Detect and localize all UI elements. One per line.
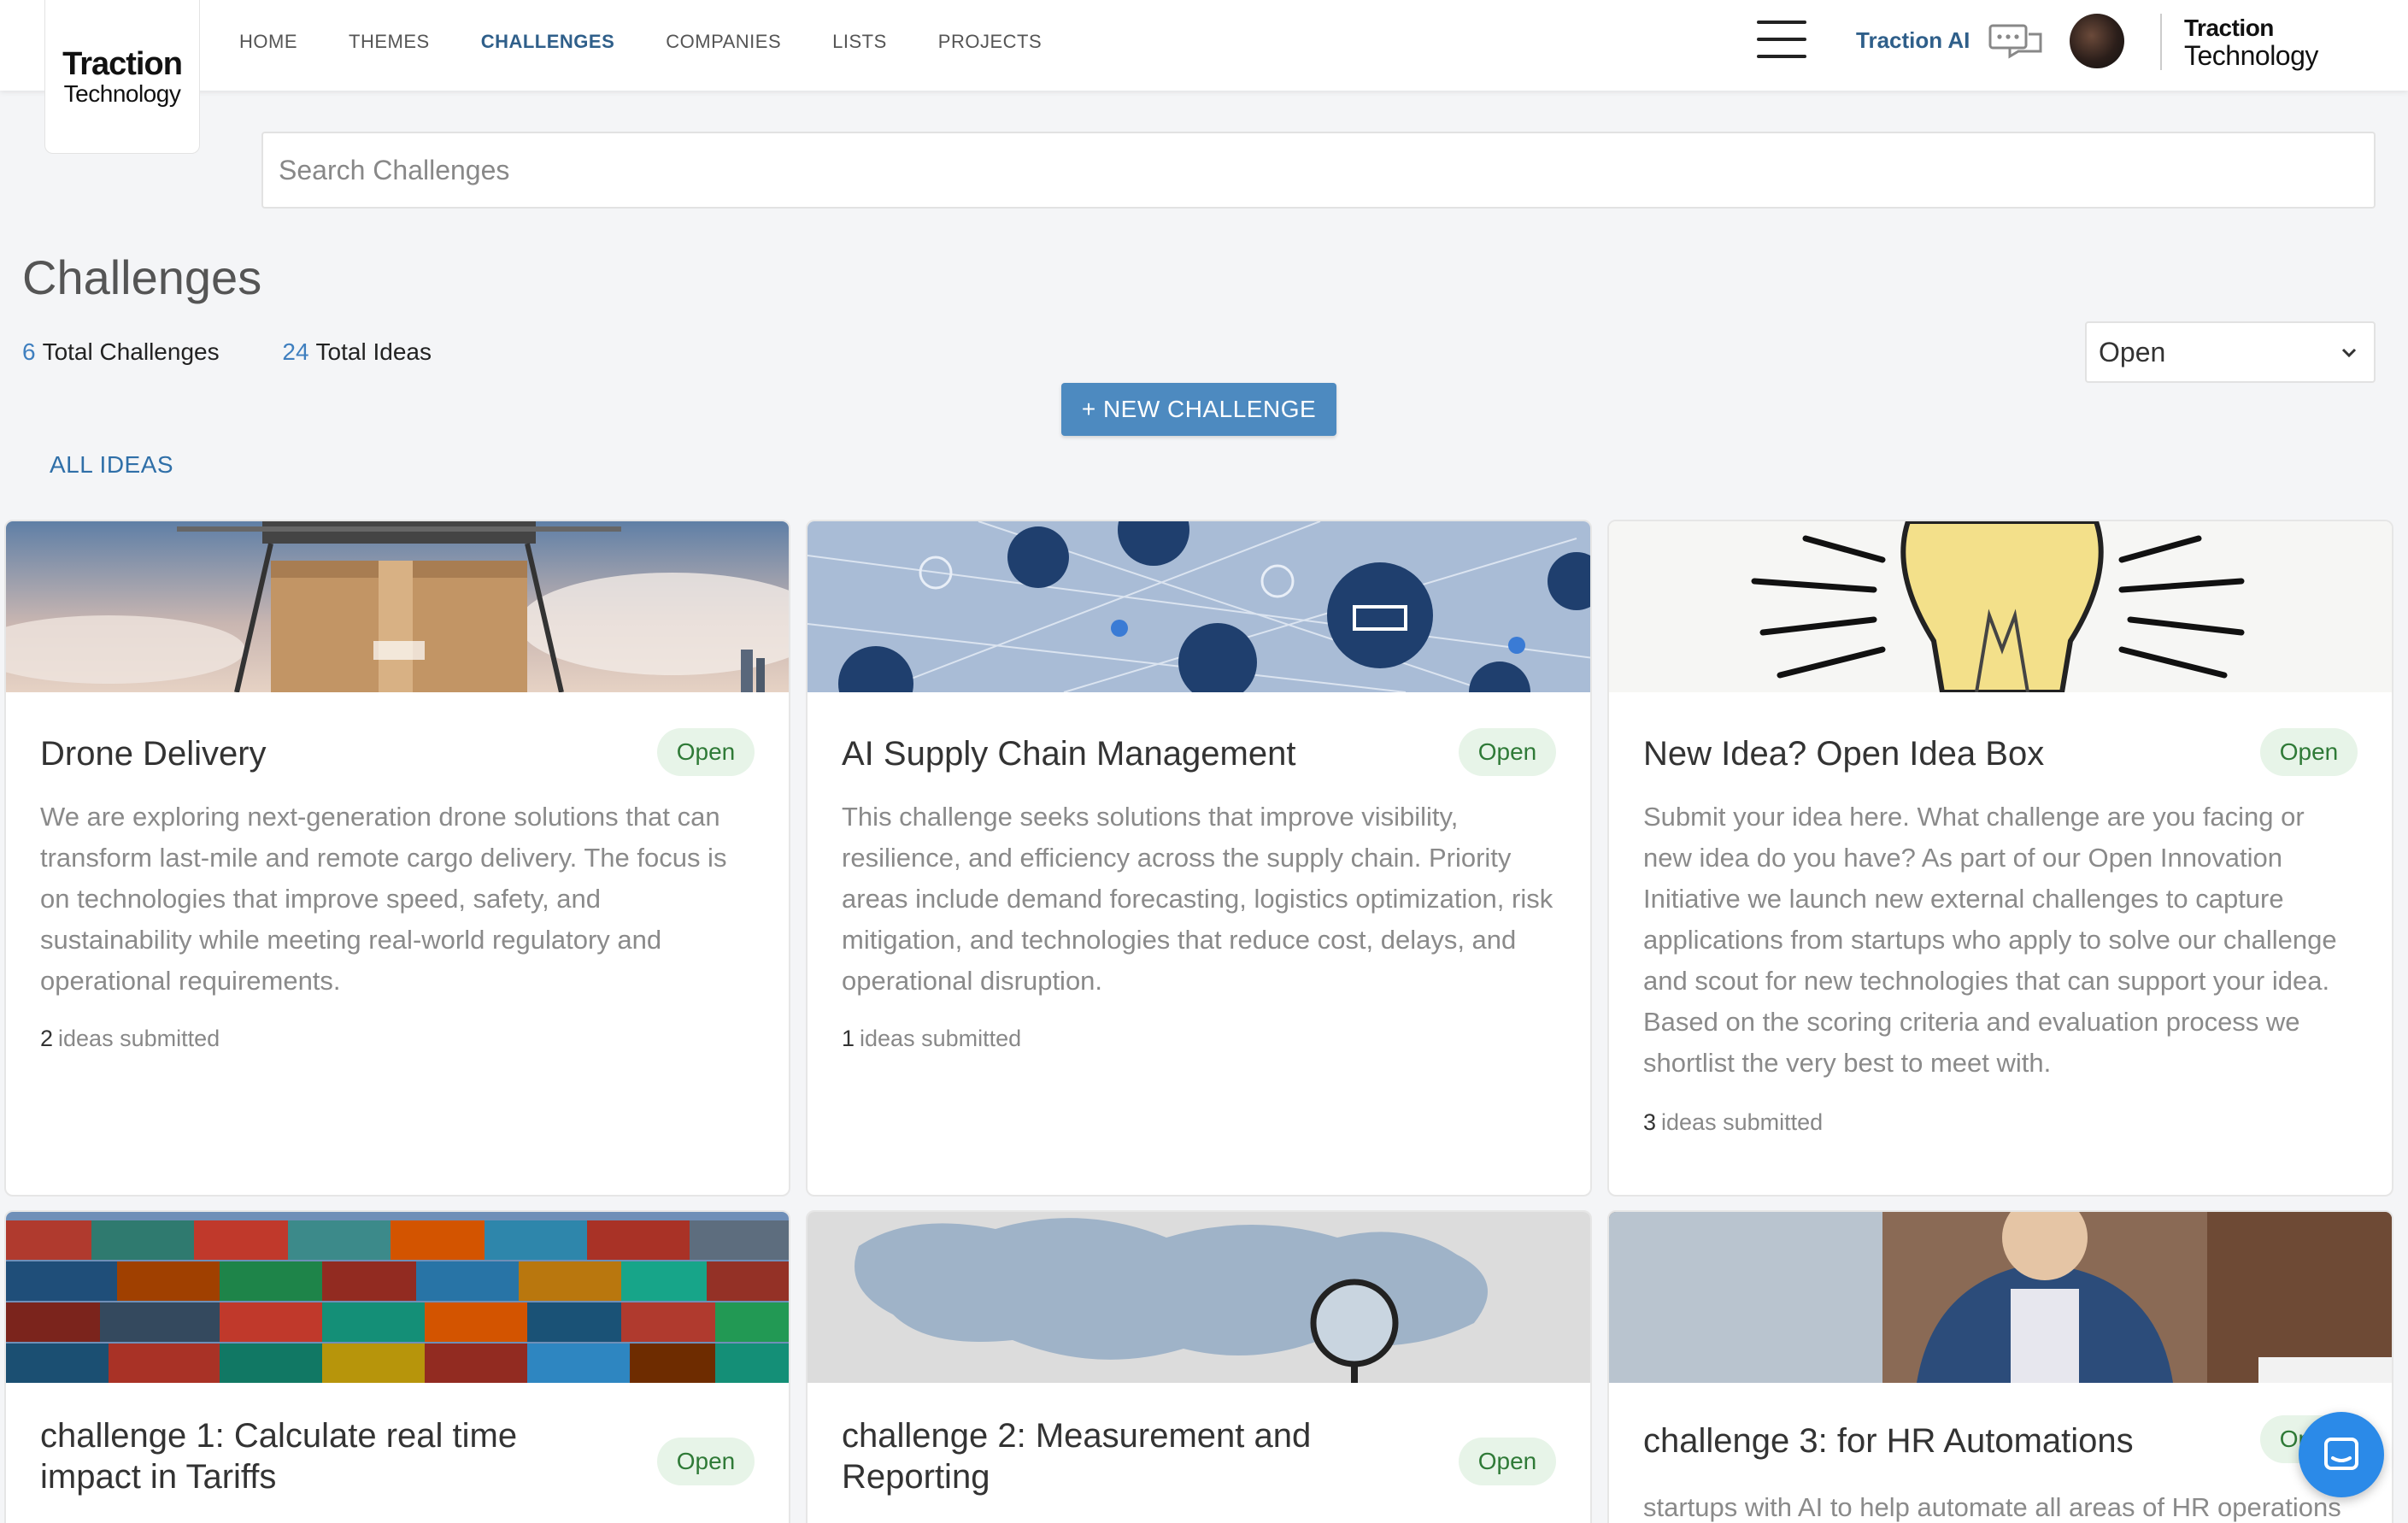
partner-logo: Traction Technology <box>2184 15 2318 71</box>
total-challenges-count: 6 <box>22 338 36 365</box>
nav-projects[interactable]: PROJECTS <box>938 31 1042 53</box>
ideas-submitted: 2 ideas submitted <box>40 1026 220 1052</box>
header-divider <box>2160 14 2162 70</box>
challenge-card-idea-box[interactable]: New Idea? Open Idea Box Open Submit your… <box>1607 520 2393 1197</box>
ideas-submitted: 1 ideas submitted <box>842 1026 1021 1052</box>
card-image-hr <box>1609 1212 2392 1383</box>
chat-bubble-icon <box>2324 1438 2358 1470</box>
status-badge: Open <box>657 1438 755 1485</box>
challenge-card-drone-delivery[interactable]: Drone Delivery Open We are exploring nex… <box>4 520 790 1197</box>
ideas-label: ideas submitted <box>58 1026 220 1051</box>
brand-logo[interactable]: Traction Technology <box>44 0 200 154</box>
nav-home[interactable]: HOME <box>239 31 297 53</box>
ideas-submitted: 3 ideas submitted <box>1643 1109 1823 1136</box>
user-avatar[interactable] <box>2070 14 2124 68</box>
nav-themes[interactable]: THEMES <box>349 31 430 53</box>
ideas-count: 3 <box>1643 1109 1657 1135</box>
partner-logo-line2: Technology <box>2184 40 2318 71</box>
card-description: This challenge seeks solutions that impr… <box>842 802 1553 996</box>
brand-logo-line2: Technology <box>63 79 181 107</box>
total-ideas-count: 24 <box>282 338 309 365</box>
card-description: startups with AI to help automate all ar… <box>1643 1492 2341 1522</box>
ideas-label: ideas submitted <box>860 1026 1022 1051</box>
brand-logo-line1: Traction <box>62 45 183 82</box>
ideas-count: 1 <box>842 1026 855 1051</box>
card-description: Submit your idea here. What challenge ar… <box>1643 802 2337 1078</box>
total-challenges-label: Total Challenges <box>42 338 220 365</box>
status-filter-select[interactable]: Open <box>2085 321 2376 383</box>
challenge-card-ai-supply-chain[interactable]: AI Supply Chain Management Open This cha… <box>806 520 1592 1197</box>
ideas-label: ideas submitted <box>1661 1109 1824 1135</box>
chat-icon[interactable] <box>1988 22 2046 65</box>
card-image-supply-chain <box>808 521 1590 692</box>
status-badge: Open <box>1459 728 1556 776</box>
card-image-lightbulb <box>1609 521 2392 692</box>
challenge-card-tariffs[interactable]: challenge 1: Calculate real time impact … <box>4 1210 790 1523</box>
total-ideas-label: Total Ideas <box>315 338 432 365</box>
status-badge: Open <box>657 728 755 776</box>
nav-companies[interactable]: COMPANIES <box>666 31 781 53</box>
card-title[interactable]: challenge 3: for HR Automations <box>1643 1420 2134 1461</box>
card-title[interactable]: challenge 2: Measurement and Reporting <box>842 1415 1354 1497</box>
card-title[interactable]: AI Supply Chain Management <box>842 733 1295 774</box>
main-nav: HOME THEMES CHALLENGES COMPANIES LISTS P… <box>239 0 1093 84</box>
nav-challenges[interactable]: CHALLENGES <box>481 31 615 53</box>
card-image-containers <box>6 1212 789 1383</box>
menu-icon[interactable] <box>1757 21 1806 60</box>
status-filter-value: Open <box>2099 336 2166 368</box>
ideas-count: 2 <box>40 1026 54 1051</box>
status-badge: Open <box>1459 1438 1556 1485</box>
all-ideas-link[interactable]: ALL IDEAS <box>50 451 173 479</box>
partner-logo-line1: Traction <box>2184 15 2274 41</box>
card-description: We are exploring next-generation drone s… <box>40 802 727 996</box>
chevron-down-icon <box>2341 348 2357 358</box>
traction-ai-link[interactable]: Traction AI <box>1856 27 1970 54</box>
nav-lists[interactable]: LISTS <box>832 31 887 53</box>
challenge-card-measurement[interactable]: challenge 2: Measurement and Reporting O… <box>806 1210 1592 1523</box>
card-title[interactable]: Drone Delivery <box>40 733 267 774</box>
card-title[interactable]: New Idea? Open Idea Box <box>1643 733 2044 774</box>
card-image-co2 <box>808 1212 1590 1383</box>
stats-summary: 6 Total Challenges 24 Total Ideas <box>22 338 488 366</box>
challenge-card-hr-automations[interactable]: challenge 3: for HR Automations Open sta… <box>1607 1210 2393 1523</box>
support-chat-launcher[interactable] <box>2299 1412 2384 1497</box>
card-title[interactable]: challenge 1: Calculate real time impact … <box>40 1415 553 1497</box>
status-badge: Open <box>2260 728 2358 776</box>
search-challenges-input[interactable] <box>261 132 2376 209</box>
new-challenge-button[interactable]: + NEW CHALLENGE <box>1061 383 1336 436</box>
card-image-drone <box>6 521 789 692</box>
page-title: Challenges <box>22 250 262 304</box>
